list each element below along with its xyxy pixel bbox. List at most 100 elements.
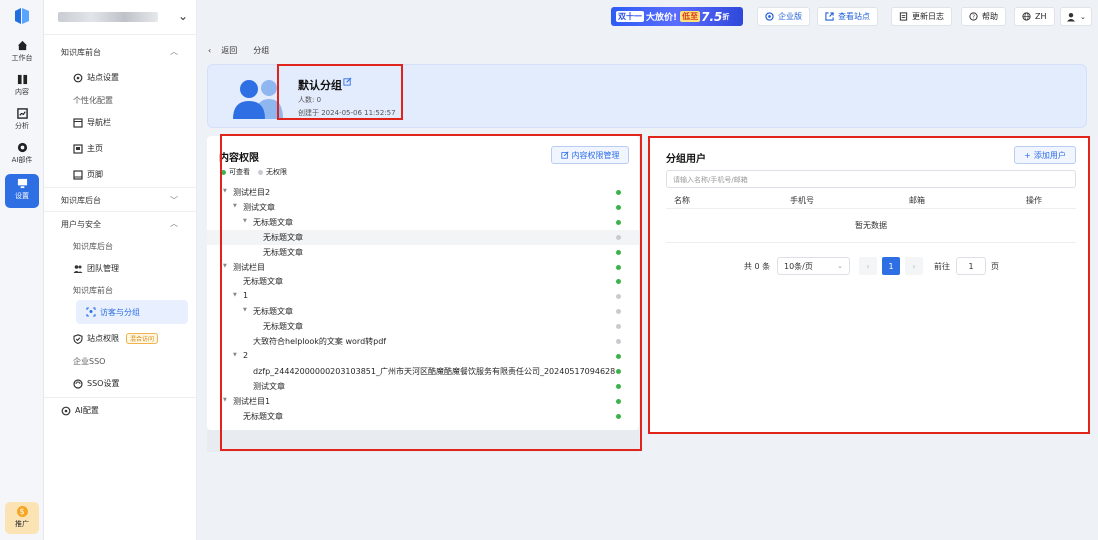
highlight-box bbox=[648, 136, 1090, 434]
section-user-security[interactable]: 用户与安全 bbox=[61, 219, 101, 230]
content-icon bbox=[17, 74, 27, 85]
gear-icon bbox=[61, 406, 71, 415]
mixed-access-badge: 混合访问 bbox=[126, 333, 159, 344]
sidebar-item-site-settings[interactable]: 站点设置 bbox=[73, 72, 119, 83]
changelog-button[interactable]: 更新日志 bbox=[891, 7, 952, 26]
sidebar-item-label: 导航栏 bbox=[87, 118, 111, 127]
sidebar-item-label: AI配置 bbox=[75, 406, 99, 415]
language-label: ZH bbox=[1035, 12, 1047, 21]
chevron-up-icon[interactable]: ︿ bbox=[170, 218, 178, 229]
changelog-label: 更新日志 bbox=[912, 12, 944, 21]
banner-text: 大放价! bbox=[646, 13, 678, 23]
sso-icon bbox=[73, 378, 83, 389]
edition-button[interactable]: 企业版 bbox=[757, 7, 810, 26]
document-icon bbox=[899, 12, 908, 21]
site-selector[interactable]: ⌄ bbox=[54, 6, 194, 28]
rail-item-workbench[interactable]: 工作台 bbox=[0, 36, 44, 70]
user-menu-button[interactable]: ⌄ bbox=[1060, 7, 1092, 26]
rail-item-content[interactable]: 内容 bbox=[0, 70, 44, 104]
sidebar-item-footer[interactable]: 页脚 bbox=[73, 169, 103, 180]
promo-banner[interactable]: 双十一 大放价! 低至 7.5 折 bbox=[611, 7, 743, 26]
shield-check-icon bbox=[73, 333, 83, 344]
breadcrumb-current: 分组 bbox=[253, 46, 270, 55]
top-bar: 双十一 大放价! 低至 7.5 折 企业版 查看站点 更新日志 ? 帮助 ZH bbox=[197, 0, 1098, 34]
site-name-blurred bbox=[58, 12, 158, 22]
sidebar-item-team-mgmt[interactable]: 团队管理 bbox=[73, 263, 119, 274]
sidebar-item-label: 访客与分组 bbox=[100, 307, 140, 317]
back-arrow-icon[interactable]: ‹ bbox=[208, 46, 211, 55]
rail-item-ai-widget[interactable]: AI部件 bbox=[0, 138, 44, 172]
banner-text: 低至 bbox=[680, 11, 701, 22]
chevron-down-icon[interactable]: ﹀ bbox=[170, 195, 178, 206]
rail-label: 内容 bbox=[15, 88, 29, 96]
section-kb-backend[interactable]: 知识库后台 bbox=[61, 195, 101, 206]
promo-button[interactable]: $ 推广 bbox=[5, 502, 39, 534]
divider bbox=[44, 211, 197, 212]
globe-icon bbox=[1022, 12, 1031, 21]
sidebar-item-label: 页脚 bbox=[87, 170, 103, 179]
ai-widget-icon bbox=[17, 142, 27, 153]
settings-icon bbox=[17, 178, 27, 189]
view-site-label: 查看站点 bbox=[838, 12, 870, 21]
rail-label: 分析 bbox=[15, 122, 29, 130]
chevron-down-icon: ⌄ bbox=[1080, 12, 1086, 21]
chevron-down-icon: ⌄ bbox=[177, 9, 188, 23]
gear-icon bbox=[73, 73, 83, 82]
rail-label: 设置 bbox=[15, 192, 29, 200]
user-icon bbox=[1067, 12, 1075, 21]
chart-icon bbox=[16, 108, 28, 119]
app-root: 工作台 内容 分析 AI部件 设置 $ 推广 ⌄ 知识库前台 ︿ 站点设置 个性… bbox=[0, 0, 1098, 540]
sidebar-subheader-kb-frontend: 知识库前台 bbox=[73, 286, 113, 295]
help-button[interactable]: ? 帮助 bbox=[961, 7, 1006, 26]
sidebar-item-navbar[interactable]: 导航栏 bbox=[73, 117, 111, 128]
language-button[interactable]: ZH bbox=[1014, 7, 1055, 26]
edition-label: 企业版 bbox=[778, 12, 802, 21]
icon-rail: 工作台 内容 分析 AI部件 设置 $ 推广 bbox=[0, 0, 44, 540]
divider bbox=[44, 34, 197, 35]
rail-label: 工作台 bbox=[11, 54, 33, 62]
highlight-box bbox=[277, 64, 403, 120]
section-kb-frontend[interactable]: 知识库前台 bbox=[61, 47, 101, 58]
sidebar-item-sso-settings[interactable]: SSO设置 bbox=[73, 378, 119, 389]
rail-item-settings[interactable]: 设置 bbox=[0, 174, 44, 208]
svg-text:?: ? bbox=[972, 14, 975, 20]
team-icon bbox=[73, 264, 83, 273]
visitor-groups-icon bbox=[86, 307, 96, 317]
sidebar-item-label: 站点设置 bbox=[87, 73, 119, 82]
sidebar-item-site-permission[interactable]: 站点权限 混合访问 bbox=[73, 333, 159, 344]
sidebar-item-label: 站点权限 bbox=[87, 334, 119, 343]
app-logo-icon bbox=[15, 8, 29, 24]
sidebar-item-label: 主页 bbox=[87, 144, 103, 153]
promo-label: 推广 bbox=[15, 520, 29, 528]
breadcrumb: ‹ 返回 分组 bbox=[208, 45, 269, 56]
banner-text: 折 bbox=[722, 12, 730, 21]
sidebar-subheader-kb-backend: 知识库后台 bbox=[73, 242, 113, 251]
sidebar-item-label: SSO设置 bbox=[87, 379, 120, 388]
home-icon bbox=[17, 40, 27, 51]
promo-coin-icon: $ bbox=[16, 506, 28, 517]
rail-item-analytics[interactable]: 分析 bbox=[0, 104, 44, 138]
banner-text: 双十一 bbox=[616, 11, 644, 22]
homepage-icon bbox=[73, 143, 83, 154]
sidebar-item-homepage[interactable]: 主页 bbox=[73, 143, 103, 154]
sidebar-item-ai-config[interactable]: AI配置 bbox=[61, 405, 99, 416]
navbar-icon bbox=[73, 117, 83, 128]
help-icon: ? bbox=[969, 12, 978, 21]
divider bbox=[44, 187, 197, 188]
external-link-icon bbox=[825, 12, 834, 21]
sidebar-subheader-enterprise-sso: 企业SSO bbox=[73, 357, 106, 366]
highlight-box bbox=[220, 134, 642, 451]
divider bbox=[44, 397, 197, 398]
sidebar-subheader-personalize: 个性化配置 bbox=[73, 96, 113, 105]
settings-sidebar: ⌄ 知识库前台 ︿ 站点设置 个性化配置 导航栏 主页 页脚 知识库后台 ﹀ 用… bbox=[44, 0, 197, 540]
badge-icon bbox=[765, 12, 774, 21]
footer-icon bbox=[73, 169, 83, 180]
back-link[interactable]: 返回 bbox=[221, 45, 237, 56]
chevron-up-icon[interactable]: ︿ bbox=[170, 46, 178, 57]
help-label: 帮助 bbox=[982, 12, 998, 21]
banner-text: 7.5 bbox=[701, 9, 723, 24]
rail-label: AI部件 bbox=[11, 156, 33, 164]
view-site-button[interactable]: 查看站点 bbox=[817, 7, 878, 26]
sidebar-item-visitor-groups[interactable]: 访客与分组 bbox=[76, 300, 188, 324]
sidebar-item-label: 团队管理 bbox=[87, 264, 119, 273]
